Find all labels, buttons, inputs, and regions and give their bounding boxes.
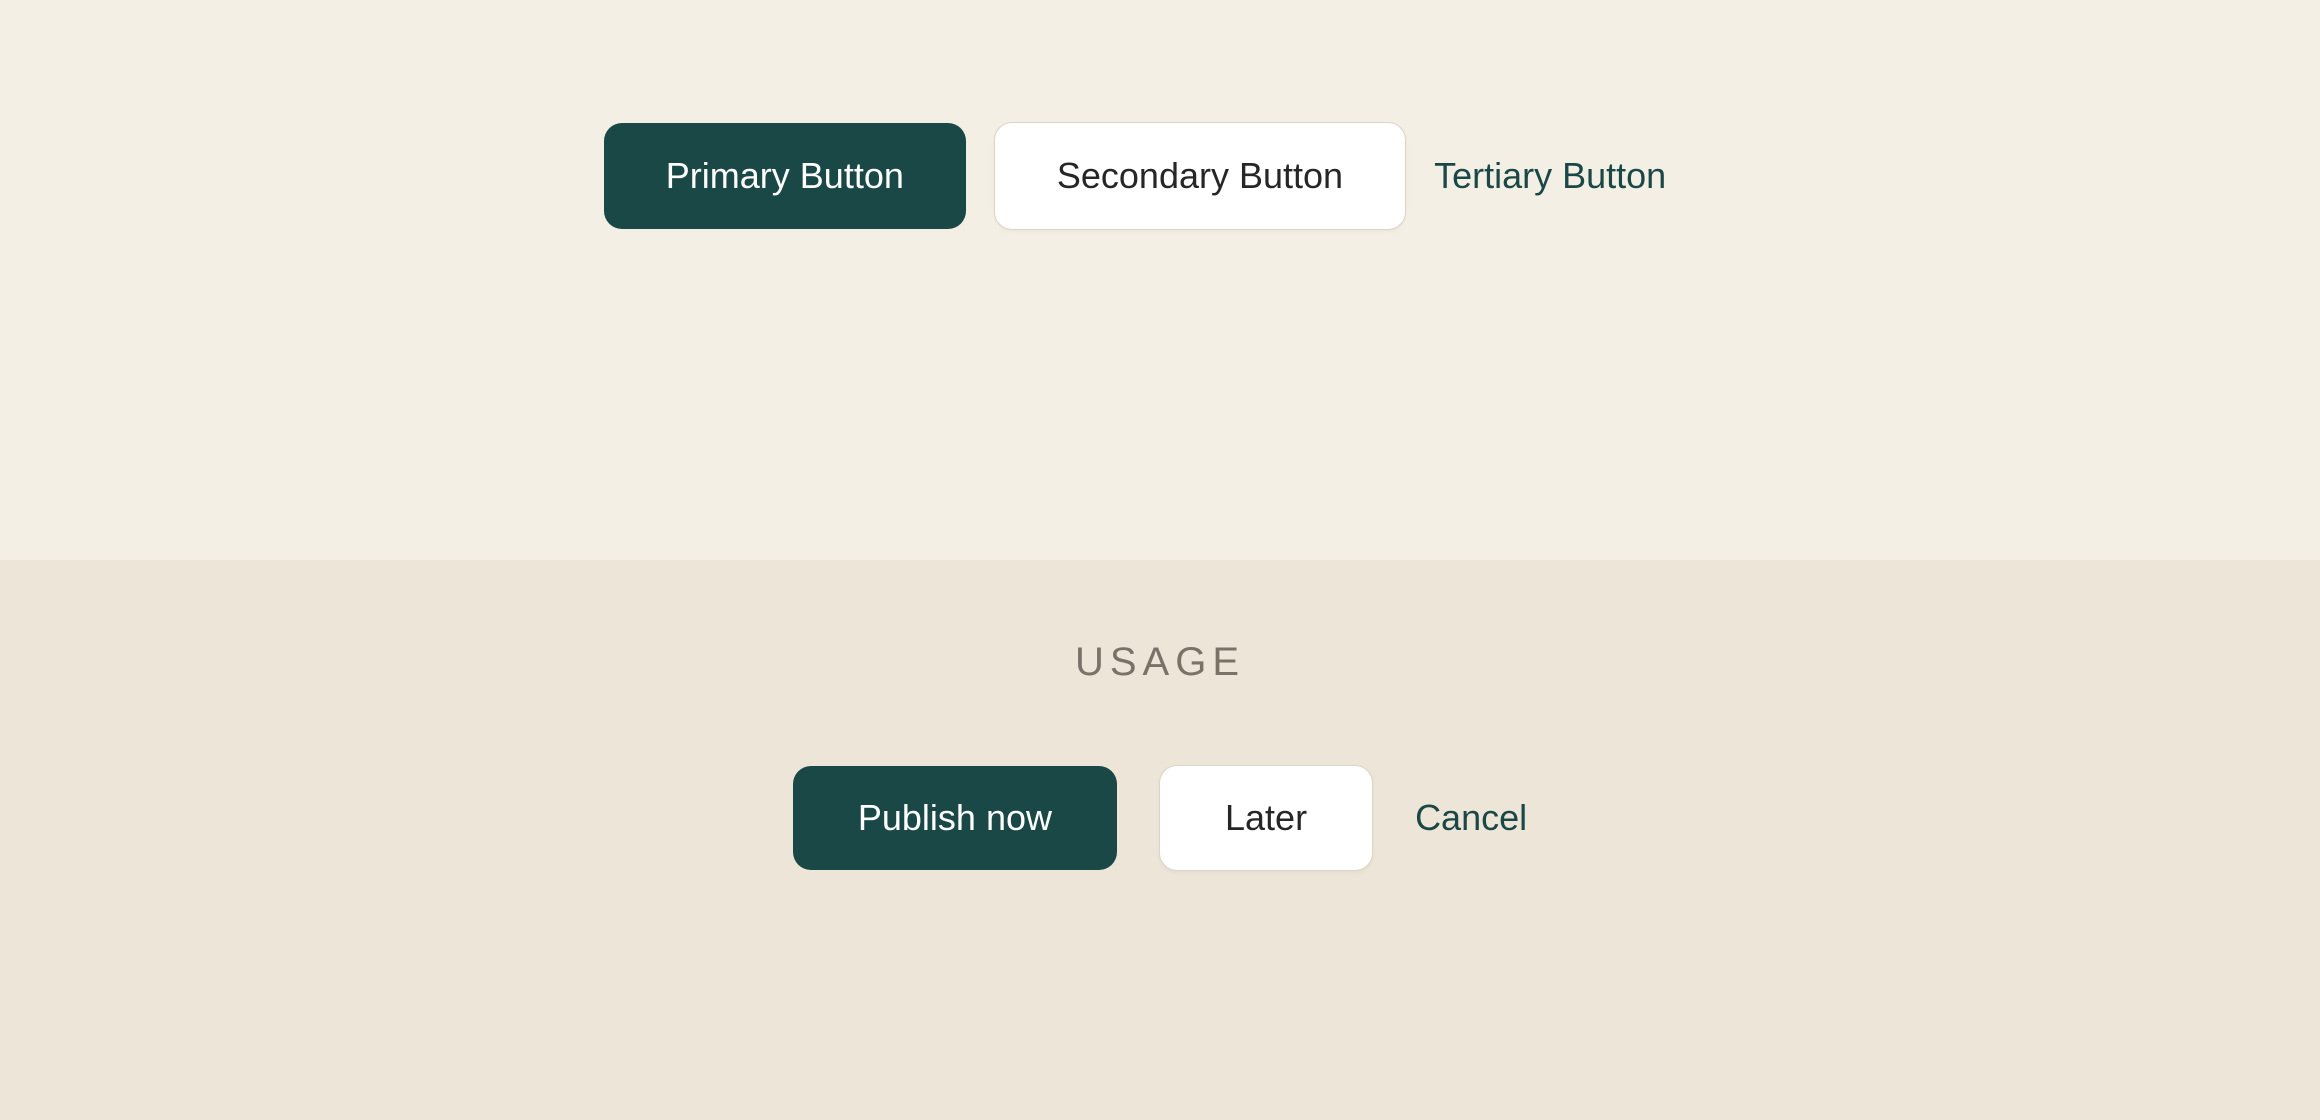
button-variants-row: Primary Button Secondary Button Tertiary… [604, 122, 1666, 230]
primary-button[interactable]: Primary Button [604, 123, 966, 229]
top-section: Primary Button Secondary Button Tertiary… [0, 0, 2320, 560]
usage-section: USAGE Publish now Later Cancel [0, 560, 2320, 1120]
tertiary-button[interactable]: Tertiary Button [1434, 123, 1666, 229]
secondary-button[interactable]: Secondary Button [994, 122, 1406, 230]
usage-example-row: Publish now Later Cancel [793, 765, 1527, 871]
publish-now-button[interactable]: Publish now [793, 766, 1117, 870]
later-button[interactable]: Later [1159, 765, 1373, 871]
cancel-button[interactable]: Cancel [1415, 766, 1527, 870]
usage-heading: USAGE [1075, 640, 1245, 685]
